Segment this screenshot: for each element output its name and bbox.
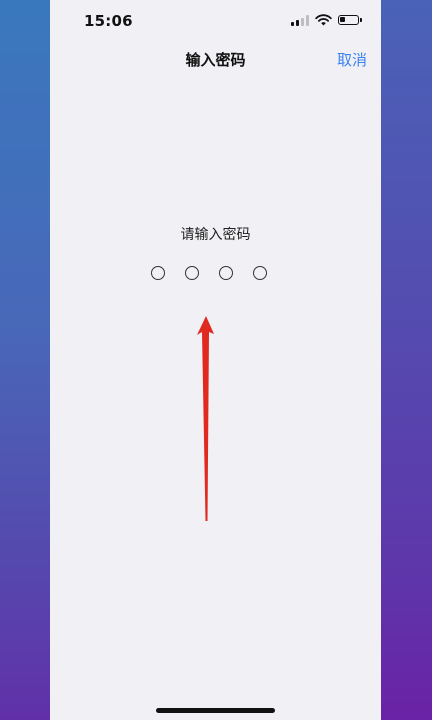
passcode-dot bbox=[219, 266, 233, 280]
battery-icon bbox=[338, 15, 362, 25]
battery-level bbox=[340, 17, 345, 22]
passcode-prompt: 请输入密码 bbox=[180, 227, 251, 243]
background-right bbox=[381, 0, 432, 720]
passcode-dot bbox=[253, 266, 267, 280]
status-bar: 15:06 bbox=[50, 0, 381, 44]
cellular-signal-icon bbox=[291, 14, 309, 26]
status-time: 15:06 bbox=[84, 12, 133, 30]
red-arrow-annotation bbox=[197, 316, 214, 521]
status-icons bbox=[291, 14, 362, 26]
wifi-icon bbox=[315, 14, 332, 26]
passcode-dots[interactable] bbox=[151, 266, 267, 280]
passcode-dot bbox=[185, 266, 199, 280]
background-left bbox=[0, 0, 50, 720]
nav-bar: 输入密码 取消 bbox=[50, 44, 381, 74]
passcode-dot bbox=[151, 266, 165, 280]
cancel-button[interactable]: 取消 bbox=[337, 49, 367, 70]
home-indicator[interactable] bbox=[156, 708, 275, 713]
page-title: 输入密码 bbox=[185, 51, 246, 69]
phone-screen: 15:06 输入密码 取消 请输入密码 bbox=[50, 0, 381, 720]
